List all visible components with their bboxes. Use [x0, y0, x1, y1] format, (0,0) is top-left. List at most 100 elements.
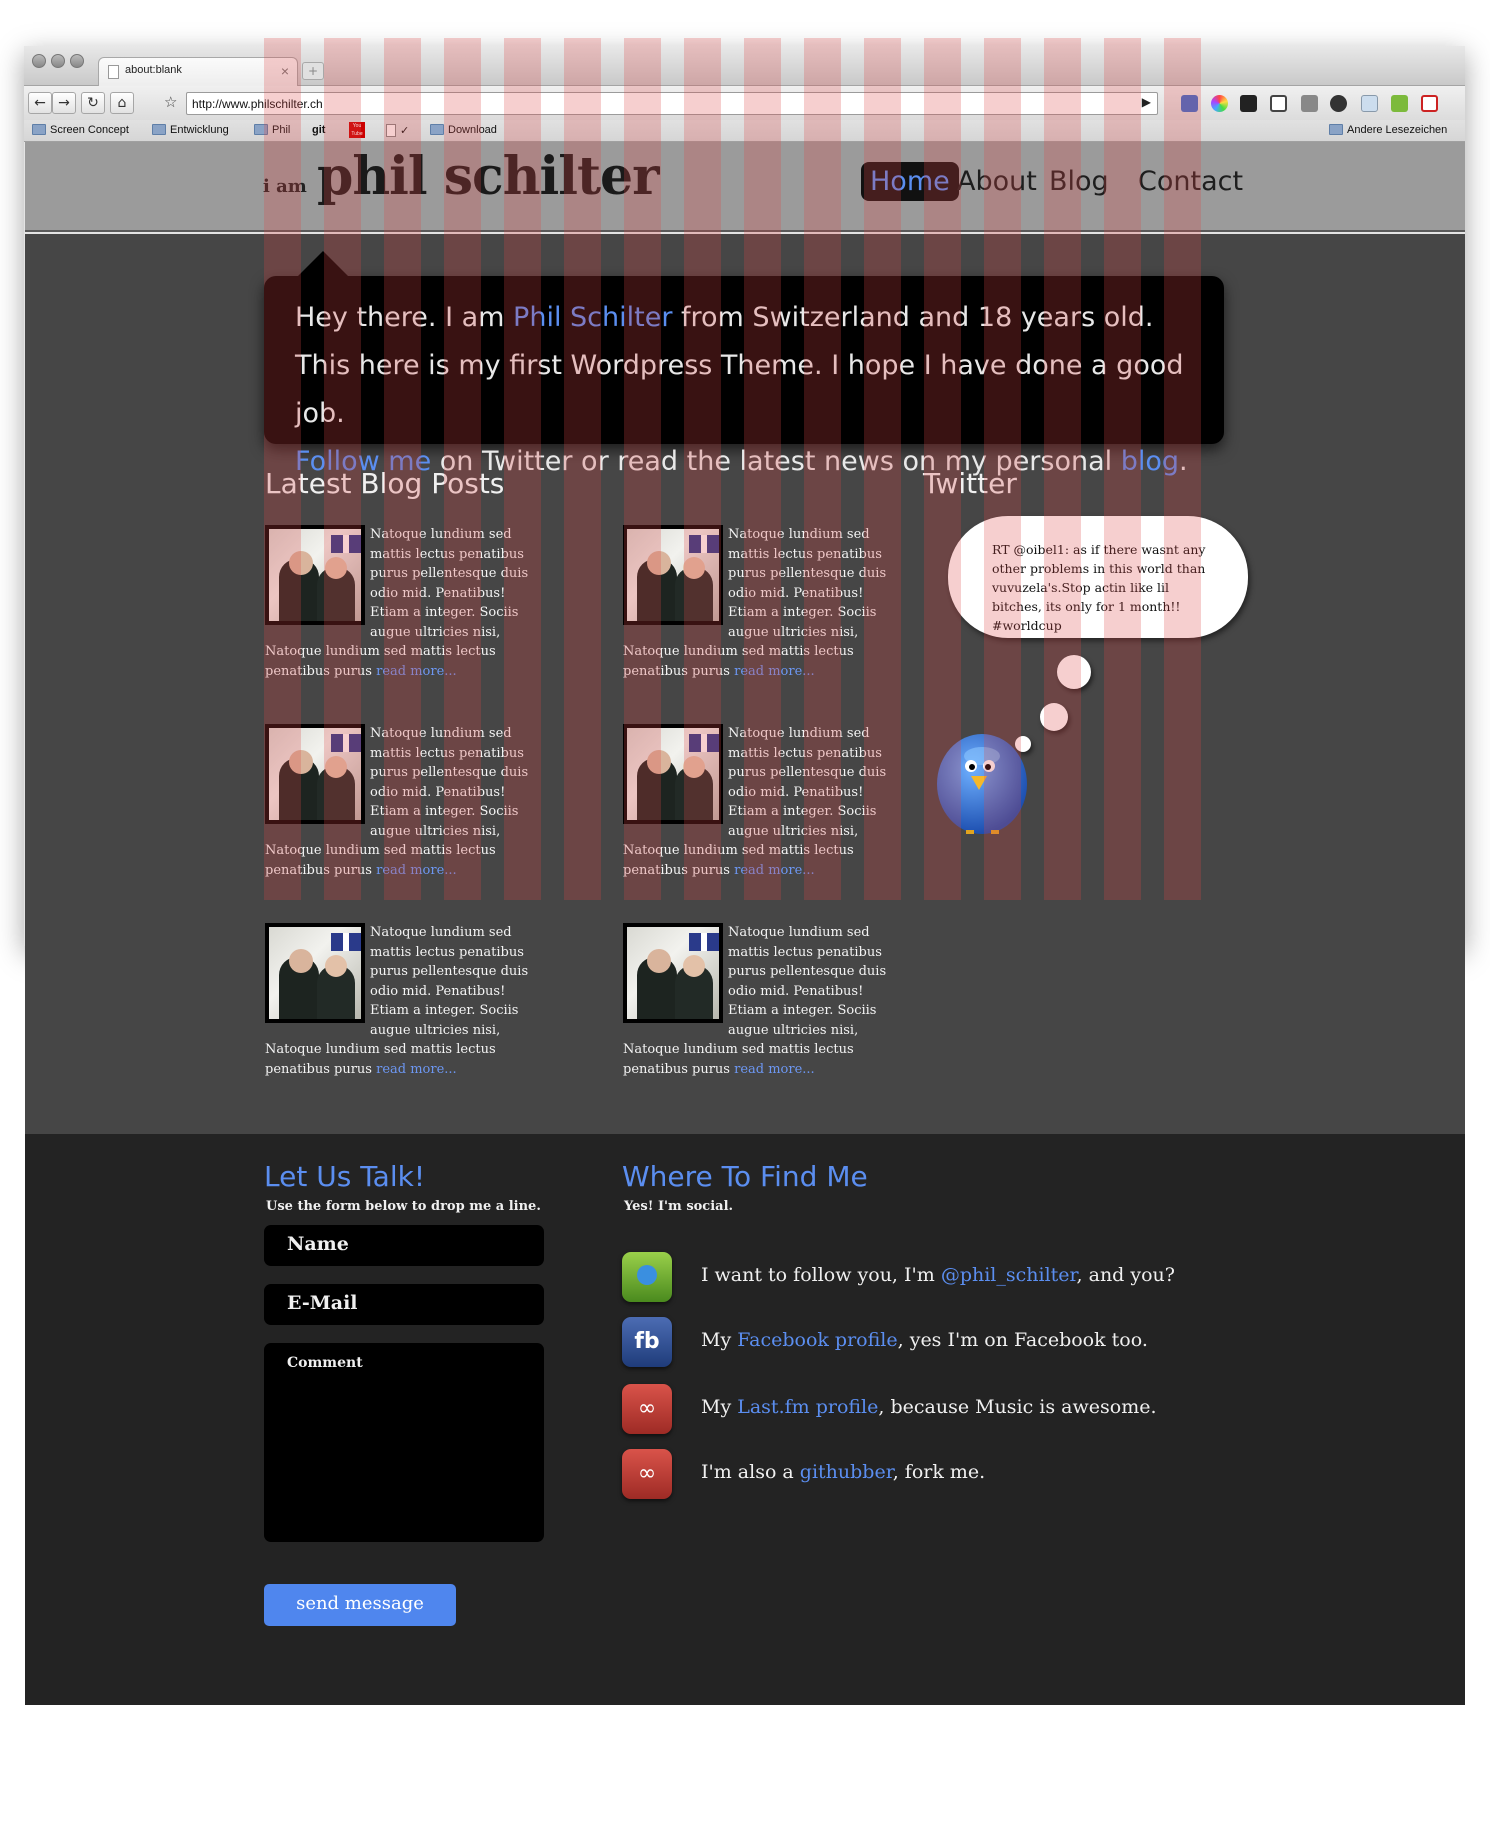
folder-icon	[1329, 124, 1343, 135]
bookmark-other[interactable]: Andere Lesezeichen	[1329, 124, 1447, 136]
post-excerpt-line: odio mid. Penatibus!	[728, 983, 864, 999]
read-more-link[interactable]: read more...	[376, 664, 457, 679]
post-excerpt-line: augue ultricies nisi,	[728, 823, 859, 839]
post-thumbnail[interactable]	[623, 724, 723, 824]
screen-capture-icon[interactable]	[1270, 95, 1287, 112]
read-more-link[interactable]: read more...	[376, 1062, 457, 1077]
intro-name-link[interactable]: Phil Schilter	[513, 302, 672, 333]
reload-button[interactable]: ↻	[81, 92, 105, 114]
settings-icon[interactable]	[1330, 95, 1347, 112]
post-excerpt-line: augue ultricies nisi,	[370, 624, 501, 640]
close-window-button[interactable]	[32, 54, 46, 68]
post-excerpt-line: Etiam a integer. Sociis	[728, 804, 877, 819]
comment-textarea[interactable]: Comment	[264, 1343, 544, 1542]
bookmark-check[interactable]: ✓	[386, 124, 409, 137]
post-excerpt-line: Natoque lundium sed mattis lectus	[623, 843, 854, 858]
back-button[interactable]: ←	[28, 92, 52, 114]
minimize-window-button[interactable]	[51, 54, 65, 68]
eyedropper-icon[interactable]	[1301, 95, 1318, 112]
post-thumbnail[interactable]	[265, 923, 365, 1023]
address-bar[interactable]: http://www.philschilter.ch ▶	[186, 92, 1158, 115]
bookmark-screen-concept[interactable]: Screen Concept	[32, 124, 129, 136]
read-more-link[interactable]: read more...	[734, 863, 815, 878]
post-thumbnail[interactable]	[623, 923, 723, 1023]
post-excerpt-line: Etiam a integer. Sociis	[370, 605, 519, 620]
blog-post: Natoque lundium sed mattis lectus penatib…	[623, 724, 888, 880]
post-excerpt-line: penatibus purus	[265, 862, 377, 878]
gmail-icon[interactable]	[1421, 95, 1438, 112]
bookmark-phil[interactable]: Phil	[254, 124, 290, 136]
youtube-icon[interactable]: You Tube	[349, 122, 365, 138]
lastfm-link[interactable]: Last.fm profile	[737, 1396, 878, 1418]
post-excerpt-line: purus pellentesque duis	[728, 964, 887, 979]
post-excerpt-line: mattis lectus penatibus	[370, 944, 524, 960]
post-excerpt-line: odio mid. Penatibus!	[728, 784, 864, 800]
window-icon[interactable]	[1361, 95, 1378, 112]
post-excerpt-line: Natoque lundium sed	[370, 925, 512, 940]
page-icon	[386, 124, 396, 137]
post-excerpt-line: Natoque lundium sed mattis lectus	[623, 1042, 854, 1057]
post-excerpt-line: penatibus purus	[265, 1061, 377, 1077]
twitter-bird-icon	[937, 734, 1027, 834]
post-excerpt-line: Natoque lundium sed	[728, 527, 870, 542]
post-excerpt-line: penatibus purus	[623, 1061, 735, 1077]
color-picker-icon[interactable]	[1211, 95, 1228, 112]
page: about:blank × + ← → ↻ ⌂ ☆ http://www.phi…	[0, 0, 1490, 1825]
post-excerpt-line: purus pellentesque duis	[728, 566, 887, 581]
post-thumbnail[interactable]	[265, 525, 365, 625]
post-excerpt-line: mattis lectus penatibus	[728, 546, 882, 562]
post-excerpt-line: purus pellentesque duis	[370, 964, 529, 979]
post-excerpt-line: purus pellentesque duis	[370, 566, 529, 581]
read-more-link[interactable]: read more...	[376, 863, 457, 878]
github-link[interactable]: githubber	[800, 1461, 893, 1483]
bookmark-star-icon[interactable]: ☆	[164, 93, 177, 111]
read-more-link[interactable]: read more...	[734, 664, 815, 679]
nav-blog[interactable]: Blog	[1049, 166, 1109, 197]
let-us-talk-subheading: Use the form below to drop me a line.	[266, 1199, 541, 1214]
evernote-icon[interactable]	[1391, 95, 1408, 112]
post-excerpt-line: mattis lectus penatibus	[370, 546, 524, 562]
close-tab-icon[interactable]: ×	[281, 63, 289, 79]
blog-post: Natoque lundium sed mattis lectus penatib…	[265, 923, 530, 1079]
go-icon[interactable]: ▶	[1142, 95, 1151, 109]
post-excerpt-line: Natoque lundium sed	[728, 726, 870, 741]
send-message-button[interactable]: send message	[264, 1584, 456, 1626]
intro-line-2: This here is my first Wordpress Theme. I…	[295, 350, 1184, 429]
post-excerpt-line: augue ultricies nisi,	[370, 1022, 501, 1038]
nav-contact[interactable]: Contact	[1138, 166, 1243, 197]
post-excerpt-line: Natoque lundium sed mattis lectus	[623, 644, 854, 659]
social-github: ∞ I'm also a githubber, fork me.	[622, 1449, 1182, 1501]
lastfm-icon[interactable]: ∞	[622, 1449, 672, 1499]
facebook-icon[interactable]: fb	[622, 1317, 672, 1367]
post-excerpt-line: odio mid. Penatibus!	[370, 784, 506, 800]
twitter-link[interactable]: @phil_schilter	[941, 1264, 1077, 1286]
post-excerpt-line: mattis lectus penatibus	[728, 944, 882, 960]
read-more-link[interactable]: read more...	[734, 1062, 815, 1077]
post-excerpt-line: mattis lectus penatibus	[370, 745, 524, 761]
zoom-window-button[interactable]	[70, 54, 84, 68]
email-input[interactable]: E-Mail	[264, 1284, 544, 1325]
bookmark-entwicklung[interactable]: Entwicklung	[152, 124, 229, 136]
home-button[interactable]: ⌂	[110, 92, 134, 114]
new-tab-button[interactable]: +	[302, 62, 324, 80]
post-thumbnail[interactable]	[265, 724, 365, 824]
post-excerpt-line: Natoque lundium sed	[370, 527, 512, 542]
delicious-icon[interactable]	[1181, 95, 1198, 112]
bookmark-download[interactable]: Download	[430, 124, 497, 136]
instapaper-icon[interactable]	[1240, 95, 1257, 112]
where-to-find-me-subheading: Yes! I'm social.	[624, 1199, 734, 1214]
name-input[interactable]: Name	[264, 1225, 544, 1266]
twitter-icon[interactable]	[622, 1252, 672, 1302]
forward-button[interactable]: →	[52, 92, 76, 114]
blog-link[interactable]: blog	[1121, 446, 1179, 477]
post-thumbnail[interactable]	[623, 525, 723, 625]
browser-tab[interactable]: about:blank ×	[98, 57, 298, 87]
site-logo[interactable]: phil schilter	[317, 146, 660, 207]
bookmark-git[interactable]: git	[312, 124, 325, 136]
post-excerpt-line: Natoque lundium sed mattis lectus	[265, 843, 496, 858]
lastfm-icon[interactable]: ∞	[622, 1384, 672, 1434]
facebook-link[interactable]: Facebook profile	[737, 1329, 897, 1351]
where-to-find-me-heading: Where To Find Me	[622, 1160, 868, 1193]
nav-home[interactable]: Home	[861, 162, 959, 201]
nav-about[interactable]: About	[957, 166, 1037, 197]
